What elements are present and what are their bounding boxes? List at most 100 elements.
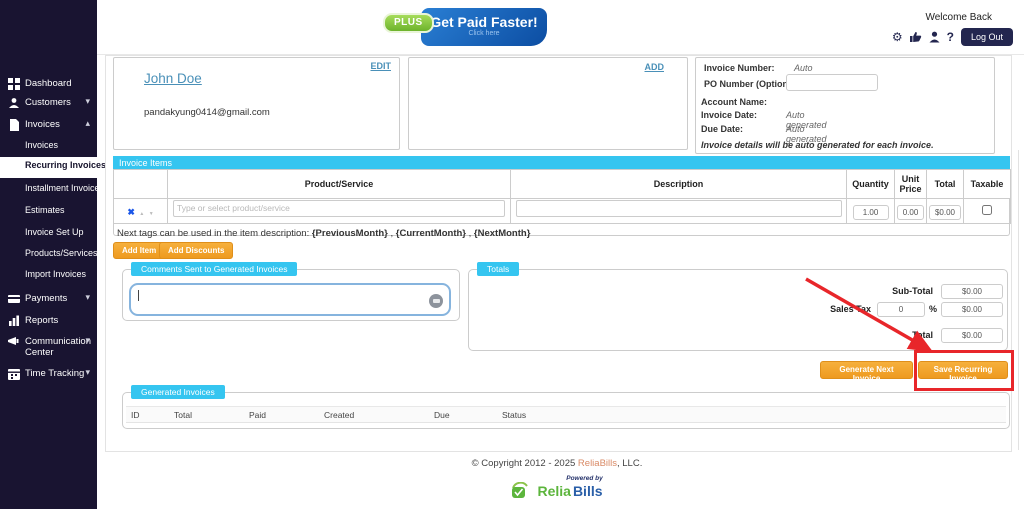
generated-invoices-fieldset: Generated Invoices ID Total Paid Created…: [122, 392, 1010, 429]
sidebar-subitem-estimates[interactable]: Estimates: [0, 202, 97, 220]
line-total-input[interactable]: [929, 205, 961, 220]
invoice-date-label: Invoice Date:: [701, 110, 757, 120]
help-icon[interactable]: ?: [947, 31, 954, 43]
comments-fieldset: Comments Sent to Generated Invoices: [122, 269, 460, 321]
quantity-input[interactable]: [853, 205, 889, 220]
invoice-items-section-header: Invoice Items: [113, 156, 1010, 170]
sidebar-item-payments[interactable]: Payments ▾: [0, 289, 97, 309]
col-created: Created: [324, 410, 354, 420]
sidebar-subitem-label: Products/Services: [25, 248, 98, 258]
copyright-prefix: © Copyright 2012 - 2025: [472, 458, 578, 469]
po-number-input[interactable]: [786, 74, 878, 91]
thumbs-up-icon[interactable]: [910, 31, 922, 43]
comments-section-label: Comments Sent to Generated Invoices: [131, 262, 297, 276]
sidebar-item-communication-center[interactable]: Communication Center ▾: [0, 332, 97, 362]
text-caret: [138, 290, 139, 301]
invoice-details-panel: Invoice Number:Auto generated PO Number …: [695, 57, 995, 154]
reports-icon: [8, 315, 20, 327]
generated-invoices-section-label: Generated Invoices: [131, 385, 225, 399]
gear-icon[interactable]: ⚙: [892, 31, 903, 43]
comment-textarea[interactable]: [135, 287, 425, 313]
sidebar-item-customers[interactable]: Customers ▾: [0, 93, 97, 113]
col-id: ID: [131, 410, 140, 420]
sidebar-item-label: Communication Center: [25, 336, 83, 358]
salestax-percent-input[interactable]: [877, 302, 925, 317]
reliabills-logo-icon: [511, 482, 535, 500]
auto-generated-note: Invoice details will be auto generated f…: [701, 140, 934, 150]
subtotal-input[interactable]: [941, 284, 1003, 299]
invoice-items-table: Product/Service Description Quantity Uni…: [113, 169, 1011, 224]
sidebar-item-label: Payments: [25, 293, 67, 304]
sidebar-item-label: Reports: [25, 315, 58, 326]
add-item-button[interactable]: Add Item: [113, 242, 165, 259]
top-header: PLUS Get Paid Faster! Click here Welcome…: [97, 0, 1024, 55]
logout-button[interactable]: Log Out: [961, 28, 1013, 46]
item-row: ✖ ▲ ▼: [114, 199, 1011, 224]
quantity-header: Quantity: [847, 170, 895, 199]
total-input[interactable]: [941, 328, 1003, 343]
save-recurring-invoice-button[interactable]: Save Recurring Invoice: [918, 361, 1008, 379]
description-header: Description: [511, 170, 847, 199]
totals-fieldset: Totals Sub-Total Sales Tax % Total: [468, 269, 1008, 351]
subtotal-label: Sub-Total: [849, 286, 933, 296]
product-service-input[interactable]: [173, 200, 505, 217]
add-recipient-link[interactable]: ADD: [645, 62, 665, 72]
salestax-label: Sales Tax: [789, 304, 871, 314]
tag-previous-month: {PreviousMonth}: [312, 228, 388, 239]
copyright-suffix: , LLC.: [617, 458, 642, 469]
salestax-amount-input[interactable]: [941, 302, 1003, 317]
sidebar-subitem-installment-invoices[interactable]: Installment Invoices: [0, 180, 97, 198]
generate-next-invoice-button[interactable]: Generate Next Invoice: [820, 361, 913, 379]
invoices-icon: [8, 119, 20, 131]
time-tracking-icon: [8, 368, 20, 380]
banner-click-here[interactable]: Click here: [421, 30, 547, 37]
welcome-text: Welcome Back: [925, 12, 992, 23]
comment-input-wrapper: [129, 283, 451, 316]
sidebar-subitem-invoice-setup[interactable]: Invoice Set Up: [0, 224, 97, 242]
row-actions-header: [114, 170, 168, 199]
emoji-icon[interactable]: [429, 294, 443, 308]
customer-name-link[interactable]: John Doe: [144, 71, 202, 86]
sidebar-subitem-invoices[interactable]: Invoices: [0, 137, 97, 155]
tag-separator: ,: [469, 228, 472, 239]
col-status: Status: [502, 410, 526, 420]
reliabills-link[interactable]: ReliaBills: [578, 458, 617, 469]
user-icon[interactable]: [929, 31, 940, 43]
total-header: Total: [927, 170, 964, 199]
sidebar-subitem-recurring-invoices[interactable]: Recurring Invoices: [0, 157, 97, 178]
edit-customer-link[interactable]: EDIT: [370, 61, 391, 71]
product-service-header: Product/Service: [168, 170, 511, 199]
recipients-panel: ADD: [408, 57, 688, 150]
taxable-checkbox[interactable]: [982, 205, 992, 215]
sidebar-subitem-label: Invoices: [25, 140, 58, 150]
sidebar-subitem-products-services[interactable]: Products/Services: [0, 245, 97, 263]
unit-price-input[interactable]: [897, 205, 924, 220]
sidebar-subitem-label: Invoice Set Up: [25, 227, 84, 237]
sidebar-item-reports[interactable]: Reports: [0, 311, 97, 331]
add-discounts-button[interactable]: Add Discounts: [159, 242, 233, 259]
move-up-icon[interactable]: ▲: [139, 211, 144, 217]
chevron-down-icon: ▾: [85, 292, 90, 303]
sidebar-item-invoices[interactable]: Invoices ▴: [0, 115, 97, 135]
tag-current-month: {CurrentMonth}: [396, 228, 466, 239]
chevron-down-icon: ▾: [85, 335, 90, 346]
scroll-divider-line: [1018, 150, 1019, 450]
footer: © Copyright 2012 - 2025 ReliaBills, LLC.…: [97, 458, 1017, 500]
app-root: Dashboard Customers ▾ Invoices ▴ Invoice…: [0, 0, 1024, 509]
banner-button[interactable]: Get Paid Faster! Click here: [421, 8, 547, 46]
copyright-text: © Copyright 2012 - 2025 ReliaBills, LLC.: [97, 458, 1017, 469]
customers-icon: [8, 97, 20, 109]
sidebar-item-dashboard[interactable]: Dashboard: [0, 74, 97, 94]
generated-invoices-header-row: ID Total Paid Created Due Status: [126, 406, 1006, 423]
description-input[interactable]: [516, 200, 842, 217]
sidebar-subitem-import-invoices[interactable]: Import Invoices: [0, 266, 97, 284]
sidebar-item-time-tracking[interactable]: Time Tracking ▾: [0, 364, 97, 384]
plus-badge: PLUS: [383, 13, 434, 33]
tag-separator: ,: [391, 228, 394, 239]
move-down-icon[interactable]: ▼: [149, 211, 154, 217]
tags-note: Next tags can be used in the item descri…: [117, 228, 1009, 239]
sidebar-subitem-label: Estimates: [25, 205, 65, 215]
items-header-row: Product/Service Description Quantity Uni…: [114, 170, 1011, 199]
remove-row-icon[interactable]: ✖: [127, 207, 135, 217]
sidebar-subitem-label: Installment Invoices: [25, 183, 104, 193]
